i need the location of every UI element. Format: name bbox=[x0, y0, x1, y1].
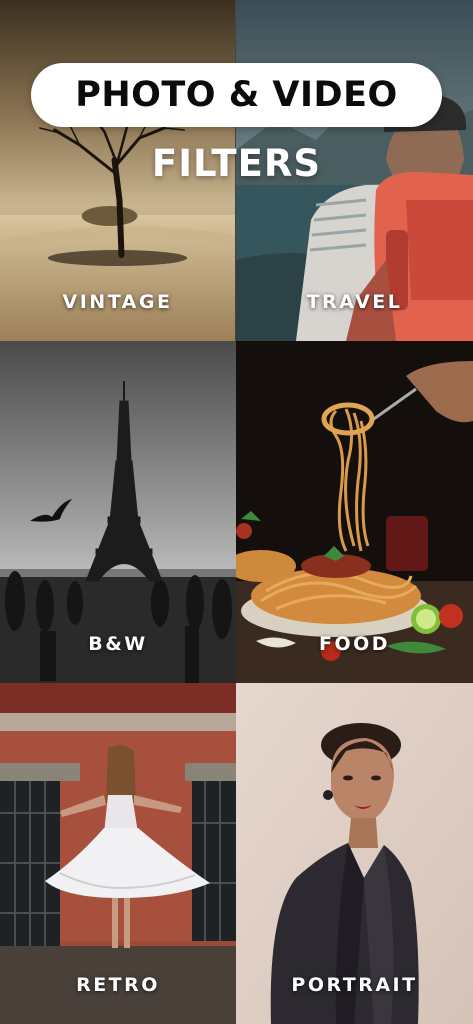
filter-tile-retro[interactable]: RETRO bbox=[0, 683, 236, 1024]
retro-photo bbox=[0, 683, 236, 1024]
filter-tile-food[interactable]: FOOD bbox=[236, 341, 473, 683]
filter-label-bw: B&W bbox=[88, 633, 148, 655]
food-photo bbox=[236, 341, 473, 683]
headline-title: PHOTO & VIDEO bbox=[75, 75, 398, 115]
filter-tile-bw[interactable]: B&W bbox=[0, 341, 236, 683]
filter-tile-portrait[interactable]: PORTRAIT bbox=[236, 683, 473, 1024]
filter-label-vintage: VINTAGE bbox=[62, 291, 173, 313]
headline-subtitle: FILTERS bbox=[151, 142, 322, 185]
portrait-photo bbox=[236, 683, 473, 1024]
filter-label-retro: RETRO bbox=[76, 974, 160, 996]
headline-pill: PHOTO & VIDEO bbox=[31, 63, 442, 127]
filter-label-food: FOOD bbox=[318, 633, 391, 655]
bw-photo bbox=[0, 341, 236, 683]
filter-label-travel: TRAVEL bbox=[306, 291, 403, 313]
filter-label-portrait: PORTRAIT bbox=[291, 974, 418, 996]
